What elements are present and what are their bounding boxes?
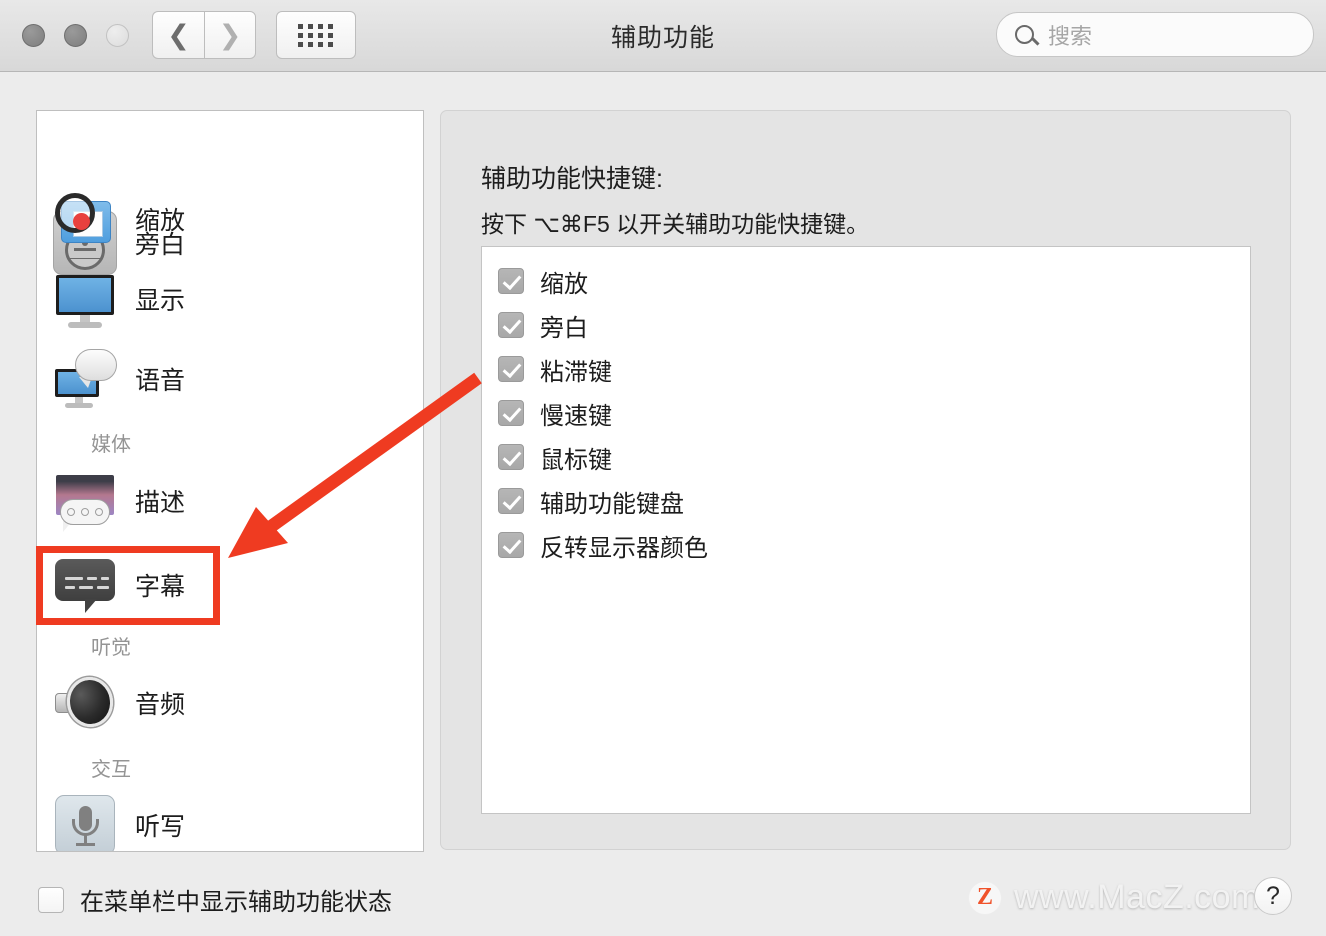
zoom-icon (53, 187, 117, 251)
shortcut-row[interactable]: 慢速键 (482, 391, 1250, 435)
shortcut-row[interactable]: 鼠标键 (482, 435, 1250, 479)
sidebar-item-label: 缩放 (135, 207, 186, 235)
shortcut-label: 鼠标键 (540, 446, 612, 474)
accessibility-feature-list[interactable]: 旁白 缩放 显示 语音 媒体 描述 字幕 听觉 音频 交互 听写 (36, 110, 424, 852)
dictation-icon (53, 793, 117, 851)
window-titlebar: ❮ ❯ 辅助功能 搜索 (0, 0, 1326, 72)
sidebar-item-label: 听写 (135, 813, 186, 841)
checkbox-checked-icon[interactable] (498, 444, 524, 470)
sidebar-group-media: 媒体 (91, 434, 131, 456)
shortcut-label: 缩放 (540, 270, 588, 298)
checkbox-checked-icon[interactable] (498, 268, 524, 294)
panel-heading: 辅助功能快捷键: (481, 165, 663, 193)
shortcut-label: 反转显示器颜色 (540, 534, 708, 562)
sidebar-item-label: 音频 (135, 691, 186, 719)
shortcut-row[interactable]: 辅助功能键盘 (482, 479, 1250, 523)
search-icon (1015, 25, 1034, 44)
watermark: Z www.MacZ.com (968, 878, 1260, 917)
shortcut-row[interactable]: 反转显示器颜色 (482, 523, 1250, 567)
checkbox-checked-icon[interactable] (498, 488, 524, 514)
checkbox-label: 在菜单栏中显示辅助功能状态 (80, 889, 392, 916)
shortcut-label: 慢速键 (540, 402, 612, 430)
audio-icon (53, 671, 117, 735)
search-field[interactable]: 搜索 (996, 12, 1314, 57)
watermark-text: www.MacZ.com (1014, 878, 1260, 916)
shortcut-settings-panel: 辅助功能快捷键: 按下 ⌥⌘F5 以开关辅助功能快捷键。 缩放 旁白 粘滞键 慢… (440, 110, 1291, 850)
system-preferences-window: ❮ ❯ 辅助功能 搜索 旁白 缩放 显示 语音 媒体 描述 字幕 听觉 音频 交… (0, 0, 1326, 936)
shortcut-checkbox-list[interactable]: 缩放 旁白 粘滞键 慢速键 鼠标键 辅助功能键盘 反转显示器颜色 (481, 246, 1251, 814)
checkbox-checked-icon[interactable] (498, 532, 524, 558)
shortcut-label: 旁白 (540, 314, 588, 342)
speech-icon (53, 347, 117, 411)
sidebar-item-label: 显示 (135, 287, 186, 315)
sidebar-item-dictation[interactable]: 听写 (37, 793, 423, 851)
sidebar-item-label: 描述 (135, 489, 186, 517)
captions-icon (53, 553, 117, 617)
descriptions-icon (53, 469, 117, 533)
sidebar-item-display[interactable]: 显示 (37, 267, 423, 331)
help-button[interactable]: ? (1254, 877, 1292, 915)
macz-logo-icon: Z (968, 880, 1002, 915)
sidebar-group-hearing: 听觉 (91, 637, 131, 659)
checkbox-unchecked-icon[interactable] (38, 886, 64, 913)
checkbox-checked-icon[interactable] (498, 356, 524, 382)
sidebar-item-zoom[interactable]: 缩放 (37, 187, 423, 251)
shortcut-label: 粘滞键 (540, 358, 612, 386)
panel-subheading: 按下 ⌥⌘F5 以开关辅助功能快捷键。 (481, 211, 870, 237)
shortcut-row[interactable]: 旁白 (482, 303, 1250, 347)
display-icon (53, 267, 117, 331)
sidebar-group-interacting: 交互 (91, 759, 131, 781)
shortcut-row[interactable]: 缩放 (482, 259, 1250, 303)
sidebar-item-captions[interactable]: 字幕 (37, 553, 423, 617)
checkbox-checked-icon[interactable] (498, 312, 524, 338)
show-status-menubar-checkbox[interactable]: 在菜单栏中显示辅助功能状态 (38, 882, 392, 917)
sidebar-item-label: 语音 (135, 367, 186, 395)
search-placeholder: 搜索 (1048, 23, 1093, 49)
sidebar-item-audio[interactable]: 音频 (37, 671, 423, 735)
checkbox-checked-icon[interactable] (498, 400, 524, 426)
shortcut-label: 辅助功能键盘 (540, 490, 684, 518)
sidebar-item-descriptions[interactable]: 描述 (37, 469, 423, 533)
sidebar-item-speech[interactable]: 语音 (37, 347, 423, 411)
sidebar-item-label: 字幕 (135, 573, 186, 601)
shortcut-row[interactable]: 粘滞键 (482, 347, 1250, 391)
